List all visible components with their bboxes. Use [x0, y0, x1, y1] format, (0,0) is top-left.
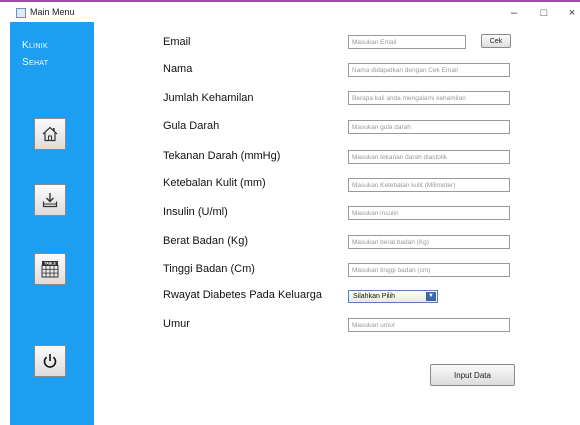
- brand-line-1: Klinik: [22, 40, 48, 51]
- power-icon: [43, 354, 57, 368]
- email-label: Email: [163, 36, 191, 48]
- power-button[interactable]: [34, 345, 66, 377]
- close-button[interactable]: ×: [561, 5, 580, 21]
- insulin-input[interactable]: [348, 206, 510, 220]
- riwayat-diabetes-label: Rwayat Diabetes Pada Keluarga: [163, 289, 322, 301]
- maximize-button[interactable]: □: [533, 5, 555, 21]
- home-icon: [42, 126, 58, 142]
- ketebalan-kulit-input[interactable]: [348, 178, 510, 192]
- home-button[interactable]: [34, 118, 66, 150]
- jumlah-kehamilan-label: Jumlah Kehamilan: [163, 92, 254, 104]
- chevron-down-icon[interactable]: ▼: [426, 292, 436, 301]
- umur-input[interactable]: [348, 318, 510, 332]
- nama-input[interactable]: [348, 63, 510, 77]
- umur-label: Umur: [163, 318, 190, 330]
- tinggi-badan-label: Tinggi Badan (Cm): [163, 263, 255, 275]
- gula-darah-label: Gula Darah: [163, 120, 220, 132]
- brand-logo: Klinik Sehat: [22, 37, 48, 71]
- gula-darah-input[interactable]: [348, 120, 510, 134]
- cek-button[interactable]: Cek: [481, 34, 511, 48]
- sidebar: Klinik Sehat TABLE: [10, 22, 94, 425]
- berat-badan-input[interactable]: [348, 235, 510, 249]
- email-input[interactable]: [348, 35, 466, 49]
- insulin-label: Insulin (U/ml): [163, 206, 228, 218]
- brand-line-2: Sehat: [22, 57, 49, 68]
- title-bar[interactable]: Main Menu – □ ×: [0, 2, 580, 22]
- window-title: Main Menu: [30, 7, 75, 17]
- tinggi-badan-input[interactable]: [348, 263, 510, 277]
- riwayat-diabetes-select[interactable]: Silahkan Pilih ▼: [348, 290, 438, 303]
- ketebalan-kulit-label: Ketebalan Kulit (mm): [163, 177, 266, 189]
- table-button[interactable]: TABLE: [34, 253, 66, 285]
- tekanan-darah-input[interactable]: [348, 150, 510, 164]
- minimize-button[interactable]: –: [503, 5, 525, 21]
- download-icon: [42, 193, 58, 208]
- table-icon: TABLE: [41, 261, 59, 278]
- berat-badan-label: Berat Badan (Kg): [163, 235, 248, 247]
- jumlah-kehamilan-input[interactable]: [348, 91, 510, 105]
- input-data-button[interactable]: Input Data: [430, 364, 515, 386]
- tekanan-darah-label: Tekanan Darah (mmHg): [163, 150, 281, 162]
- riwayat-diabetes-selected-value: Silahkan Pilih: [353, 293, 396, 300]
- app-window-icon: [16, 8, 26, 18]
- nama-label: Nama: [163, 63, 193, 75]
- download-button[interactable]: [34, 184, 66, 216]
